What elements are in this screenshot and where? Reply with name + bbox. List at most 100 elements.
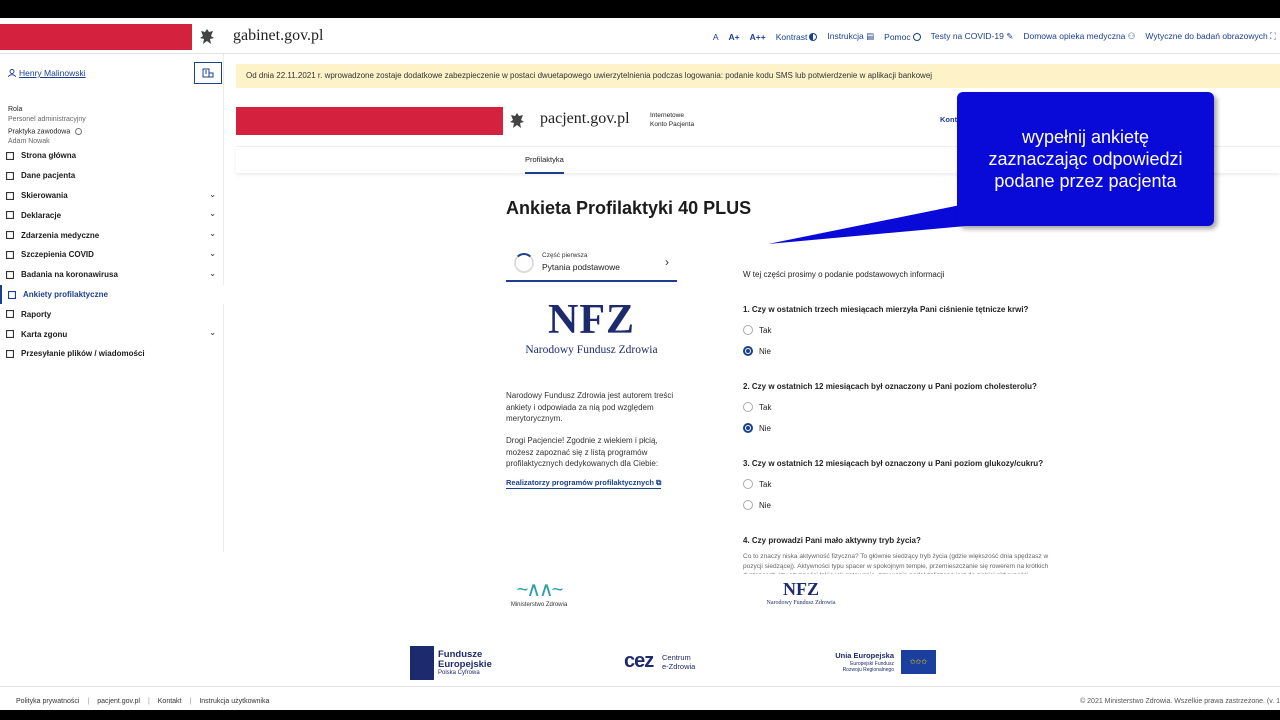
privacy-policy-link[interactable]: Polityka prywatności bbox=[16, 698, 79, 705]
eu-funds-logo-text[interactable]: Fundusze Europejskie bbox=[438, 650, 492, 670]
radio-button[interactable] bbox=[743, 346, 753, 356]
external-link-icon: ⧉ bbox=[656, 478, 662, 487]
scan-icon: ⛶ bbox=[1267, 31, 1276, 41]
doc-icon bbox=[5, 330, 15, 339]
doc-icon bbox=[5, 231, 15, 240]
chevron-down-icon: ⌄ bbox=[209, 229, 216, 239]
pacjent-footer-link[interactable]: pacjent.gov.pl bbox=[97, 698, 140, 705]
building-icon bbox=[202, 68, 214, 78]
part-intro: W tej części prosimy o podanie podstawow… bbox=[743, 270, 945, 279]
question-3-no-option[interactable]: Nie bbox=[743, 500, 771, 510]
sidebar-item-1[interactable]: Dane pacjenta bbox=[0, 166, 224, 186]
practice-label-text: Praktyka zawodowa bbox=[8, 128, 71, 136]
eu-funds-sub: Polska Cyfrowa bbox=[438, 670, 480, 676]
sidebar-item-8[interactable]: Raporty bbox=[0, 304, 224, 324]
radio-button[interactable] bbox=[743, 500, 753, 510]
cez-line2: e-Zdrowia bbox=[662, 662, 696, 671]
program-providers-link[interactable]: Realizatorzy programów profilaktycznych … bbox=[506, 478, 662, 489]
sidebar-item-6[interactable]: Badania na koronawirusa ⌄ bbox=[0, 265, 224, 285]
ministry-logo[interactable]: ~∧∧~ Ministerstwo Zdrowia bbox=[508, 580, 570, 608]
sidebar-item-5[interactable]: Szczepienia COVID ⌄ bbox=[0, 245, 224, 265]
info-icon[interactable] bbox=[75, 128, 83, 135]
callout-line2: zaznaczając odpowiedzi bbox=[988, 149, 1183, 169]
contact-link[interactable]: Kontakt bbox=[158, 698, 182, 705]
font-size-a-button[interactable]: A bbox=[713, 32, 719, 42]
sidebar-item-0[interactable]: Strona główna bbox=[0, 146, 224, 166]
eu-flag-icon[interactable]: ✩✩✩ bbox=[901, 650, 936, 674]
role-label: Rola bbox=[8, 106, 23, 113]
survey-part-card[interactable]: Część pierwsza Pytania podstawowe › bbox=[506, 246, 677, 282]
nfz-logo: NFZ Narodowy Fundusz Zdrowia bbox=[506, 298, 677, 362]
question-2-yes-option[interactable]: Tak bbox=[743, 402, 771, 412]
sidebar-item-2[interactable]: Skierowania ⌄ bbox=[0, 186, 224, 206]
user-profile-link[interactable]: Henry Malinowski bbox=[8, 68, 86, 78]
imaging-guidelines-label: Wytyczne do badań obrazowych bbox=[1145, 31, 1268, 41]
practice-value: Adam Nowak bbox=[8, 138, 50, 145]
option-label: Nie bbox=[759, 423, 772, 433]
help-label: Pomoc bbox=[884, 31, 911, 42]
sidebar-item-label: Strona główna bbox=[21, 151, 77, 161]
grid-icon bbox=[5, 151, 15, 161]
eu-funds-logo-mark[interactable] bbox=[410, 646, 434, 680]
sidebar-item-4[interactable]: Zdarzenia medyczne ⌄ bbox=[0, 225, 224, 245]
doc-icon bbox=[5, 310, 15, 319]
help-link[interactable]: Pomoc bbox=[884, 31, 921, 42]
pacjent-flag-bar bbox=[236, 107, 531, 135]
practice-label: Praktyka zawodowa bbox=[8, 128, 83, 136]
covid-tests-link[interactable]: Testy na COVID-19 ✎ bbox=[931, 31, 1014, 42]
sidebar-item-label: Raporty bbox=[21, 309, 52, 319]
footer-separator: | bbox=[189, 698, 192, 705]
imaging-guidelines-link[interactable]: Wytyczne do badań obrazowych ⛶ bbox=[1145, 31, 1276, 42]
question-1-no-option[interactable]: Nie bbox=[743, 346, 771, 356]
pacjent-site-name[interactable]: pacjent.gov.pl bbox=[540, 110, 630, 128]
question-3: 3. Czy w ostatnich 12 miesiącach był ozn… bbox=[743, 459, 1044, 468]
nfz-footer-logo[interactable]: NFZ Narodowy Fundusz Zdrowia bbox=[762, 580, 840, 606]
option-label: Nie bbox=[759, 500, 772, 510]
font-size-a-plus-plus-button[interactable]: A++ bbox=[750, 32, 766, 42]
question-3-yes-option[interactable]: Tak bbox=[743, 479, 771, 489]
nfz-logo-letters: NFZ bbox=[548, 297, 635, 343]
user-manual-link[interactable]: Instrukcja użytkownika bbox=[199, 698, 269, 705]
security-notice-banner: Od dnia 22.11.2021 r. wprowadzone zostaj… bbox=[236, 64, 1280, 88]
instruction-link[interactable]: Instrukcja ▤ bbox=[827, 31, 874, 42]
sidebar-item-9[interactable]: Karta zgonu ⌄ bbox=[0, 324, 224, 344]
nfz-footer-letters: NFZ bbox=[783, 579, 819, 599]
change-workplace-button[interactable] bbox=[194, 62, 222, 84]
sidebar-item-7[interactable]: Ankiety profilaktyczne bbox=[0, 284, 224, 305]
sidebar-item-10[interactable]: Przesyłanie plików / wiadomości bbox=[0, 344, 224, 364]
sidebar: Henry Malinowski Rola Personel administr… bbox=[0, 54, 224, 552]
konto-link[interactable]: Kont bbox=[940, 115, 957, 124]
chevron-down-icon: ⌄ bbox=[209, 268, 216, 278]
cez-logo-mark[interactable]: cez bbox=[624, 650, 654, 673]
pen-icon bbox=[7, 290, 17, 299]
radio-button[interactable] bbox=[743, 423, 753, 433]
font-size-a-plus-button[interactable]: A+ bbox=[729, 32, 740, 42]
nfz-author-note: Narodowy Fundusz Zdrowia jest autorem tr… bbox=[506, 391, 674, 423]
survey-title: Ankieta Profilaktyki 40 PLUS bbox=[506, 198, 752, 218]
program-providers-label: Realizatorzy programów profilaktycznych bbox=[506, 478, 654, 487]
instruction-label: Instrukcja bbox=[827, 31, 864, 41]
eagle-emblem-icon bbox=[503, 107, 531, 135]
eagle-emblem-icon bbox=[192, 24, 222, 50]
tab-profilaktyka[interactable]: Profilaktyka bbox=[525, 155, 564, 174]
question-1-yes-option[interactable]: Tak bbox=[743, 325, 771, 335]
home-care-link[interactable]: Domowa opieka medyczna ⚇ bbox=[1023, 31, 1135, 42]
question-2-no-option[interactable]: Nie bbox=[743, 423, 771, 433]
progress-ring-icon bbox=[514, 253, 534, 273]
top-navigation: A A+ A++ Kontrast Instrukcja ▤ Pomoc Tes… bbox=[713, 31, 1276, 42]
sidebar-item-3[interactable]: Deklaracje ⌄ bbox=[0, 205, 224, 225]
option-label: Tak bbox=[759, 479, 772, 489]
eu-logo-title[interactable]: Unia Europejska bbox=[834, 651, 894, 660]
doc-icon bbox=[5, 211, 15, 220]
radio-button[interactable] bbox=[743, 402, 753, 412]
nfz-logo-name: Narodowy Fundusz Zdrowia bbox=[525, 344, 658, 356]
radio-button[interactable] bbox=[743, 479, 753, 489]
cez-logo-text[interactable]: Centrum e-Zdrowia bbox=[662, 653, 695, 671]
radio-button[interactable] bbox=[743, 325, 753, 335]
eu-logo-sub: Europejski Fundusz Rozwoju Regionalnego bbox=[842, 661, 894, 673]
part-number: Część pierwsza bbox=[542, 252, 588, 259]
part-title: Pytania podstawowe bbox=[542, 262, 620, 272]
sidebar-item-label: Deklaracje bbox=[21, 210, 62, 220]
contrast-button[interactable]: Kontrast bbox=[776, 32, 818, 42]
site-name[interactable]: gabinet.gov.pl bbox=[233, 27, 324, 45]
